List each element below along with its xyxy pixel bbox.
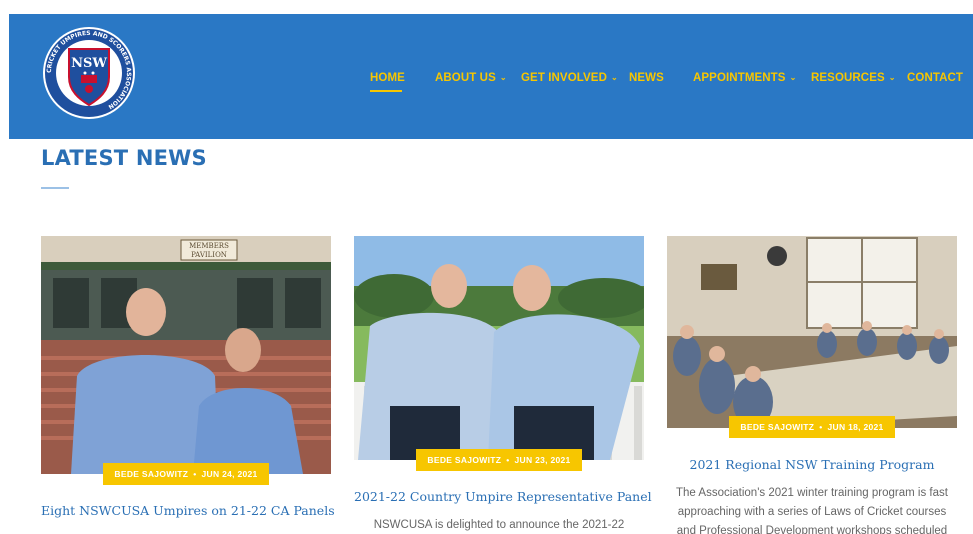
post-meta-badge: BEDE SAJOWITZ • JUN 24, 2021 [103,463,269,485]
nav-news-label: NEWS [629,72,664,84]
post-meta-badge: BEDE SAJOWITZ • JUN 23, 2021 [416,449,582,471]
title-divider [41,187,69,189]
nav-about-us[interactable]: ABOUT US ⌄ [435,68,507,88]
post-title-1[interactable]: Eight NSWCUSA Umpires on 21-22 CA Panels [41,503,335,518]
nav-contact-label: CONTACT [907,72,964,84]
active-underline [370,90,402,92]
nav-home[interactable]: HOME [370,68,405,92]
nav-resources[interactable]: RESOURCES ⌄ [811,68,896,88]
post-date: JUN 23, 2021 [514,455,571,465]
main-nav: HOME ABOUT US ⌄ GET INVOLVED ⌄ NEWS APPO… [9,68,973,92]
post-excerpt-3: The Association's 2021 winter training p… [676,487,948,534]
post-title-2[interactable]: 2021-22 Country Umpire Representative Pa… [354,489,652,504]
post-image-3[interactable] [667,236,957,428]
meta-separator: • [819,422,823,432]
nav-involved-label: GET INVOLVED [521,72,607,84]
nav-resources-label: RESOURCES [811,72,885,84]
meta-separator: • [193,469,197,479]
post-author[interactable]: BEDE SAJOWITZ [427,455,501,465]
post-image-2[interactable] [354,236,644,460]
nav-get-involved[interactable]: GET INVOLVED ⌄ [521,68,618,88]
post-excerpt-2: NSWCUSA is delighted to announce the 202… [373,519,625,531]
nav-news[interactable]: NEWS [629,68,664,88]
nav-contact[interactable]: CONTACT [907,68,963,88]
chevron-down-icon: ⌄ [789,73,797,82]
sign-line-1: MEMBERS [189,242,229,250]
post-image-1[interactable]: MEMBERS PAVILION [41,236,331,474]
post-meta-badge: BEDE SAJOWITZ • JUN 18, 2021 [729,416,895,438]
top-spacer [0,0,973,14]
section-title: LATEST NEWS [41,146,207,170]
post-author[interactable]: BEDE SAJOWITZ [740,422,814,432]
nav-about-label: ABOUT US [435,72,496,84]
nav-appointments-label: APPOINTMENTS [693,72,786,84]
chevron-down-icon: ⌄ [888,73,896,82]
chevron-down-icon: ⌄ [499,73,507,82]
post-date: JUN 24, 2021 [201,469,258,479]
chevron-down-icon: ⌄ [610,73,618,82]
post-title-3[interactable]: 2021 Regional NSW Training Program [667,457,957,472]
nav-home-label: HOME [370,72,405,84]
post-author[interactable]: BEDE SAJOWITZ [114,469,188,479]
nav-appointments[interactable]: APPOINTMENTS ⌄ [693,68,796,88]
meta-separator: • [506,455,510,465]
post-date: JUN 18, 2021 [827,422,884,432]
sign-line-2: PAVILION [191,251,227,259]
site-header: CRICKET UMPIRES AND SCORERS ASSOCIATION … [9,14,973,139]
